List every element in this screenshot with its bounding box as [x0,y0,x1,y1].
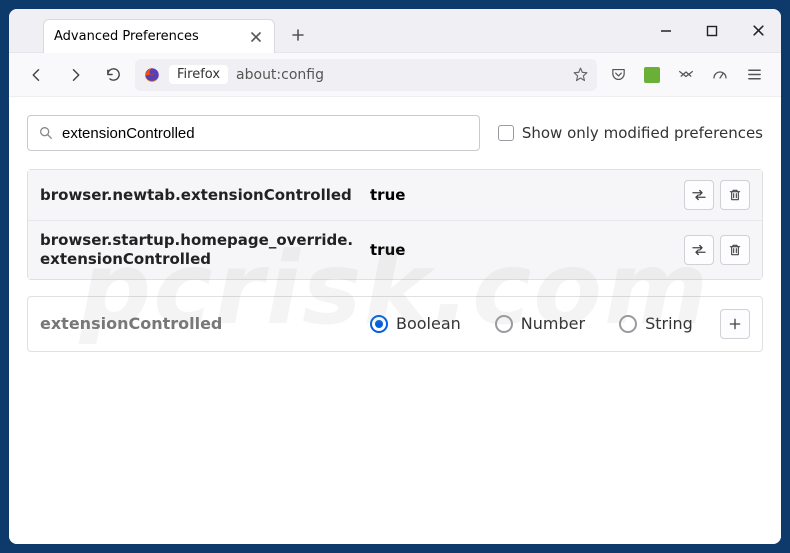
inbox-icon[interactable] [671,60,701,90]
toggle-button[interactable] [684,180,714,210]
new-tab-button[interactable] [283,20,313,50]
plus-icon [727,316,743,332]
type-radio-number[interactable]: Number [495,314,585,333]
title-bar: Advanced Preferences [9,9,781,53]
delete-button[interactable] [720,235,750,265]
toggle-arrows-icon [690,241,708,259]
preference-results: browser.newtab.extensionControlled true … [27,169,763,280]
trash-icon [727,242,743,258]
new-preference-row: extensionControlled Boolean Number Strin… [27,296,763,352]
toggle-arrows-icon [690,186,708,204]
type-radio-boolean[interactable]: Boolean [370,314,461,333]
address-bar[interactable]: Firefox about:config [135,59,597,91]
maximize-button[interactable] [689,10,735,52]
forward-button[interactable] [59,59,91,91]
browser-tab[interactable]: Advanced Preferences [43,19,275,53]
preference-search-box[interactable] [27,115,480,151]
pocket-icon[interactable] [603,60,633,90]
navigation-toolbar: Firefox about:config [9,53,781,97]
add-preference-button[interactable] [720,309,750,339]
extension-icon[interactable] [637,60,667,90]
radio-icon [495,315,513,333]
preference-row: browser.newtab.extensionControlled true [28,170,762,221]
preference-name: browser.startup.homepage_override.extens… [40,231,360,269]
toggle-button[interactable] [684,235,714,265]
gauge-icon[interactable] [705,60,735,90]
search-icon [38,125,54,141]
identity-label: Firefox [169,65,228,84]
preference-search-input[interactable] [62,125,469,142]
radio-icon [370,315,388,333]
modified-only-label: Show only modified preferences [522,124,763,142]
app-menu-button[interactable] [739,60,769,90]
preference-row: browser.startup.homepage_override.extens… [28,221,762,279]
close-window-button[interactable] [735,10,781,52]
reload-button[interactable] [97,59,129,91]
checkbox-icon [498,125,514,141]
back-button[interactable] [21,59,53,91]
radio-icon [619,315,637,333]
modified-only-toggle[interactable]: Show only modified preferences [498,124,763,142]
preference-value: true [370,186,674,204]
trash-icon [727,187,743,203]
minimize-button[interactable] [643,10,689,52]
tab-title: Advanced Preferences [54,29,240,44]
type-radio-string[interactable]: String [619,314,693,333]
delete-button[interactable] [720,180,750,210]
preference-value: true [370,241,674,259]
bookmark-star-icon[interactable] [572,66,589,83]
new-preference-name: extensionControlled [40,314,360,333]
close-tab-icon[interactable] [248,29,264,45]
firefox-logo-icon [143,66,161,84]
url-text: about:config [236,67,564,83]
page-content: pcrisk.com Show only modified preference… [9,97,781,544]
preference-name: browser.newtab.extensionControlled [40,186,360,205]
